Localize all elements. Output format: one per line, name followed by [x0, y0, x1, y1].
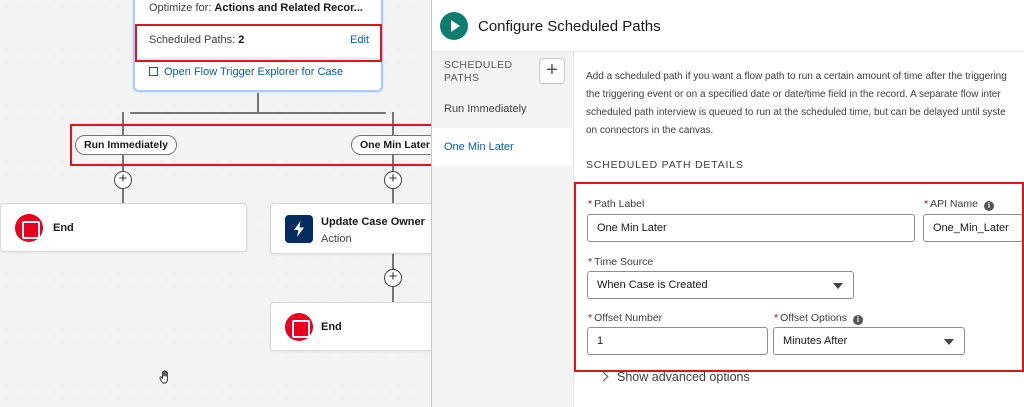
time-source-label: * Time Source [588, 256, 654, 268]
action-node-type: Action [321, 233, 352, 245]
stop-icon [285, 313, 313, 341]
description-line: on connectors in the canvas. [586, 125, 714, 136]
configure-scheduled-paths-panel: Configure Scheduled Paths SCHEDULED PATH… [431, 0, 1024, 407]
connector-line [122, 112, 124, 135]
play-icon [440, 12, 468, 40]
start-element-card[interactable]: Optimize for: Actions and Related Recor.… [133, 0, 383, 92]
connector-line [392, 112, 394, 135]
panel-header: Configure Scheduled Paths [432, 0, 1024, 52]
nav-item-one-min-later[interactable]: One Min Later [432, 128, 573, 166]
api-name-input[interactable]: One_Min_Later [923, 214, 1023, 242]
end-node-title: End [321, 321, 342, 333]
card-divider [135, 58, 381, 59]
path-pill-one-min-later[interactable]: One Min Later [351, 135, 440, 155]
show-advanced-options-toggle[interactable]: Show advanced options [598, 370, 750, 384]
connector-line [257, 92, 259, 112]
scheduled-paths-count: 2 [238, 34, 245, 46]
connector-line [130, 112, 386, 114]
hand-cursor-icon [158, 369, 174, 390]
panel-title: Configure Scheduled Paths [478, 18, 661, 35]
add-element-button[interactable]: + [384, 171, 402, 189]
scheduled-paths-heading: SCHEDULED PATHS [444, 59, 513, 84]
end-node-title: End [53, 222, 74, 234]
action-node-title: Update Case Owner [321, 216, 425, 228]
edit-scheduled-paths-link[interactable]: Edit [350, 34, 369, 46]
info-icon[interactable]: i [853, 315, 864, 325]
api-name-label: * API Name i [924, 198, 994, 211]
end-node[interactable]: End [0, 203, 247, 252]
open-flow-trigger-explorer-link[interactable]: Open Flow Trigger Explorer for Case [149, 66, 343, 78]
description-line: the triggering event or on a specified d… [586, 89, 1001, 100]
description-line: Add a scheduled path if you want a flow … [586, 71, 1007, 82]
scheduled-paths-nav: SCHEDULED PATHS + Run Immediately One Mi… [432, 52, 574, 407]
lightning-bolt-icon [285, 215, 313, 243]
offset-options-label: * Offset Options i [774, 312, 864, 325]
path-label-label: * Path Label [588, 198, 645, 210]
path-pill-run-immediately[interactable]: Run Immediately [75, 135, 178, 155]
optimize-for-text: Optimize for: Actions and Related Recor.… [149, 2, 363, 14]
add-element-button[interactable]: + [114, 171, 132, 189]
offset-number-input[interactable]: 1 [587, 327, 768, 355]
scheduled-paths-row: Scheduled Paths: 2 [149, 34, 245, 46]
path-label-input[interactable]: One Min Later [587, 214, 915, 242]
panel-description: Add a scheduled path if you want a flow … [586, 68, 1024, 140]
chevron-right-icon [598, 371, 609, 382]
description-line: scheduled path interview is queued to ru… [586, 107, 1006, 118]
stop-icon [15, 214, 43, 242]
optimize-for-value: Actions and Related Recor... [214, 2, 363, 14]
chevron-down-icon [833, 283, 843, 289]
offset-options-select[interactable]: Minutes After [773, 327, 965, 355]
flow-canvas[interactable]: Optimize for: Actions and Related Recor.… [0, 0, 440, 407]
info-icon[interactable]: i [983, 201, 994, 211]
card-divider [135, 24, 381, 25]
nav-item-run-immediately[interactable]: Run Immediately [432, 90, 573, 128]
add-element-button[interactable]: + [384, 269, 402, 287]
section-heading: SCHEDULED PATH DETAILS [586, 159, 744, 171]
update-case-owner-node[interactable]: Update Case Owner Action [270, 203, 440, 254]
chevron-down-icon [944, 339, 954, 345]
add-scheduled-path-button[interactable]: + [539, 58, 565, 84]
time-source-select[interactable]: When Case is Created [587, 271, 854, 299]
external-link-icon [149, 67, 158, 76]
end-node[interactable]: End [270, 302, 440, 351]
offset-number-label: * Offset Number [588, 312, 663, 324]
